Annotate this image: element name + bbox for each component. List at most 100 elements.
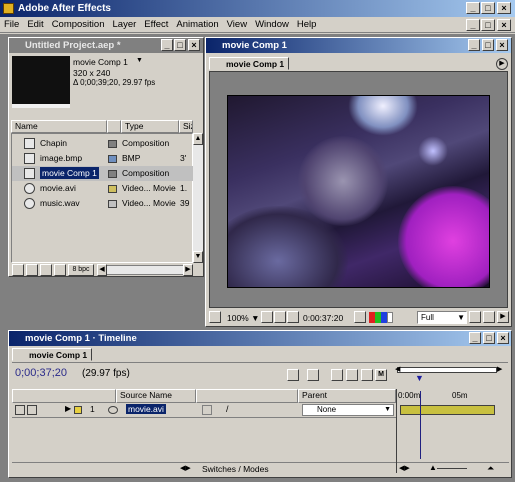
col-type[interactable]: Type xyxy=(121,120,179,133)
comp-minimize[interactable]: _ xyxy=(468,39,480,51)
menu-animation[interactable]: Animation xyxy=(172,17,222,32)
comp-options-icon[interactable]: ▶ xyxy=(497,311,509,323)
switch-shy[interactable] xyxy=(202,405,212,415)
comp-maximize[interactable]: □ xyxy=(482,39,494,51)
zoom-out-icon[interactable]: ◀▶ xyxy=(399,464,410,472)
list-item[interactable]: movie.avi Video... Movie 1. xyxy=(12,181,194,196)
doc-minimize-button[interactable]: _ xyxy=(466,19,480,31)
list-item[interactable]: image.bmp BMP 3' xyxy=(12,151,194,166)
quality-switch[interactable]: / xyxy=(226,404,229,414)
title-safe-icon[interactable] xyxy=(261,311,273,323)
label-swatch[interactable] xyxy=(108,170,117,178)
new-comp-icon[interactable] xyxy=(40,264,52,276)
comp-timecode[interactable]: 0:00:37:20 xyxy=(303,313,343,323)
close-button[interactable]: × xyxy=(497,2,511,14)
comp-view-icon[interactable] xyxy=(209,311,221,323)
expand-triangle-icon[interactable]: ▶ xyxy=(65,404,71,413)
project-close[interactable]: × xyxy=(188,39,200,51)
list-item[interactable]: music.wav Video... Movie 39 xyxy=(12,196,194,211)
table-row[interactable]: ▶ 1 movie.avi / None ▼ xyxy=(12,403,396,417)
preview-dropdown-icon[interactable]: ▼ xyxy=(136,57,143,64)
new-comp-flowchart-icon[interactable] xyxy=(287,369,299,381)
movie-icon xyxy=(108,406,118,414)
layer-duration-bar[interactable] xyxy=(400,405,495,415)
menu-composition[interactable]: Composition xyxy=(48,17,109,32)
navigator-start-icon[interactable]: ◀ xyxy=(395,365,400,373)
trash-icon[interactable] xyxy=(54,264,66,276)
new-folder-icon[interactable] xyxy=(26,264,38,276)
work-area-bar[interactable] xyxy=(397,367,497,373)
menu-help[interactable]: Help xyxy=(293,17,321,32)
list-item[interactable]: Chapin Composition xyxy=(12,136,194,151)
label-swatch[interactable] xyxy=(108,140,117,148)
col-source-name[interactable]: Source Name xyxy=(116,389,196,403)
playhead-icon[interactable]: ▼ xyxy=(415,373,424,383)
draft-3d-icon[interactable] xyxy=(307,369,319,381)
scroll-up-icon[interactable]: ▲ xyxy=(193,133,203,145)
minimize-button[interactable]: _ xyxy=(466,2,480,14)
col-name[interactable]: Name xyxy=(11,120,107,133)
time-navigator[interactable]: ◀ ▶ ▼ xyxy=(395,363,507,389)
maximize-button[interactable]: □ xyxy=(481,2,495,14)
menu-edit[interactable]: Edit xyxy=(23,17,47,32)
comp-menu-icon[interactable]: ▶ xyxy=(496,58,508,70)
doc-close-button[interactable]: × xyxy=(497,19,511,31)
zoom-select[interactable]: 100% ▼ xyxy=(227,313,260,323)
navigator-end-icon[interactable]: ▶ xyxy=(497,365,502,373)
frame-blending-icon[interactable] xyxy=(331,369,343,381)
scroll-left-icon[interactable]: ◀ xyxy=(97,264,107,276)
timeline-close[interactable]: × xyxy=(497,332,509,344)
resolution-select[interactable]: Full ▼ xyxy=(417,311,467,324)
menu-window[interactable]: Window xyxy=(251,17,293,32)
label-swatch[interactable] xyxy=(74,406,82,414)
label-swatch[interactable] xyxy=(108,200,117,208)
project-maximize[interactable]: □ xyxy=(174,39,186,51)
layer-name[interactable]: movie.avi xyxy=(126,404,166,414)
project-minimize[interactable]: _ xyxy=(161,39,173,51)
label-swatch[interactable] xyxy=(108,185,117,193)
graph-editor-icon[interactable] xyxy=(361,369,373,381)
expand-pane-icon[interactable]: ◀▶ xyxy=(180,464,191,472)
zoom-track[interactable] xyxy=(437,468,467,469)
transparency-grid-icon[interactable] xyxy=(483,311,495,323)
camera-icon[interactable] xyxy=(287,311,299,323)
timeline-maximize[interactable]: □ xyxy=(483,332,495,344)
project-scrollbar[interactable] xyxy=(193,133,203,263)
comp-close[interactable]: × xyxy=(496,39,508,51)
zoom-in-icon[interactable]: ⏶ xyxy=(487,463,494,474)
bpc-button[interactable]: 8 bpc xyxy=(68,264,94,276)
tab-timeline-comp[interactable]: movie Comp 1 xyxy=(12,348,93,361)
col-parent[interactable]: Parent xyxy=(298,389,396,403)
list-item-selected[interactable]: movie Comp 1 Composition xyxy=(12,166,194,181)
scroll-right-icon[interactable]: ▶ xyxy=(183,264,193,276)
zoom-bar: ◀▶ ▲ ⏶ xyxy=(397,462,509,474)
col-size[interactable]: Size xyxy=(179,120,193,133)
menu-view[interactable]: View xyxy=(223,17,251,32)
mask-icon[interactable] xyxy=(274,311,286,323)
menu-effect[interactable]: Effect xyxy=(140,17,172,32)
alpha-channel-icon[interactable] xyxy=(387,312,393,323)
motion-blur-icon[interactable] xyxy=(346,369,358,381)
current-time-indicator[interactable] xyxy=(420,391,421,459)
menu-layer[interactable]: Layer xyxy=(109,17,141,32)
label-swatch[interactable] xyxy=(108,155,117,163)
timeline-timecode[interactable]: 0;00;37;20 xyxy=(15,367,67,379)
col-label-icon[interactable] xyxy=(107,120,121,133)
visibility-icon[interactable] xyxy=(15,405,25,415)
marker-icon[interactable]: M xyxy=(375,369,387,381)
switches-modes-toggle[interactable]: Switches / Modes xyxy=(202,464,269,474)
audio-toggle-icon[interactable] xyxy=(27,405,37,415)
scroll-down-icon[interactable]: ▼ xyxy=(193,251,203,263)
zoom-slider[interactable]: ▲ xyxy=(429,463,437,472)
col-switches[interactable] xyxy=(196,389,298,403)
region-icon[interactable] xyxy=(469,311,481,323)
divider xyxy=(396,389,397,473)
interpret-footage-icon[interactable] xyxy=(12,264,24,276)
project-hscrollbar[interactable] xyxy=(97,265,193,275)
doc-restore-button[interactable]: □ xyxy=(481,19,495,31)
snapshot-icon[interactable] xyxy=(354,311,366,323)
timeline-minimize[interactable]: _ xyxy=(469,332,481,344)
menu-file[interactable]: File xyxy=(0,17,23,32)
parent-select[interactable]: None ▼ xyxy=(302,404,394,416)
tab-comp[interactable]: movie Comp 1 xyxy=(209,57,290,70)
